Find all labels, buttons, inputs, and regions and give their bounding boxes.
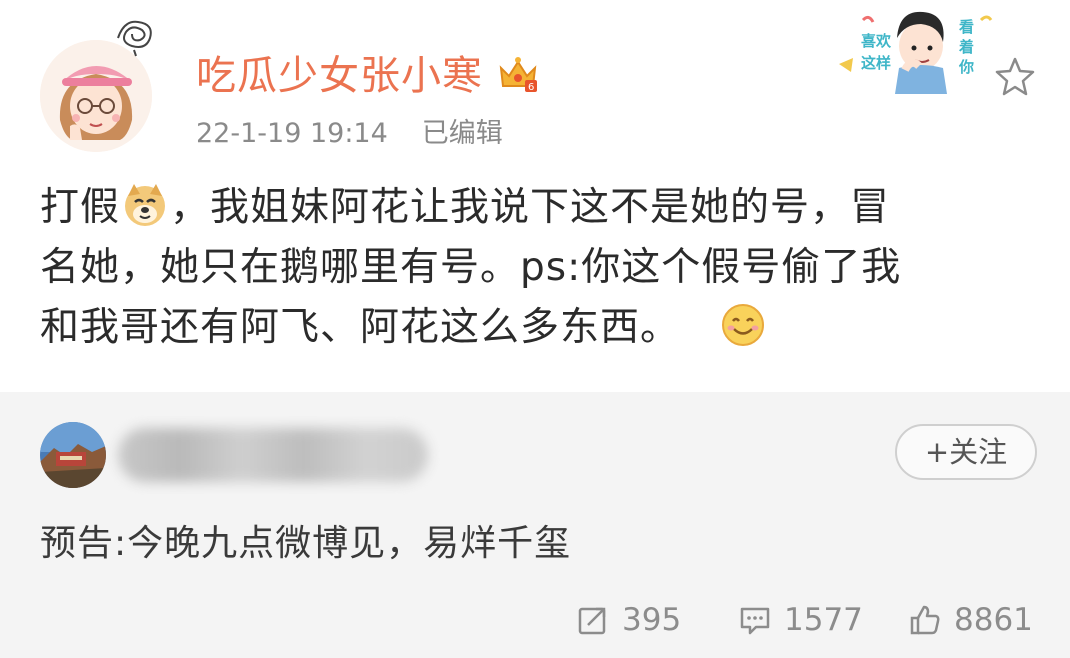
landscape-avatar-icon <box>40 422 106 488</box>
repost-card[interactable]: +关注 预告:今晚九点微博见，易烊千玺 395 1577 8861 <box>0 392 1070 658</box>
repost-avatar[interactable] <box>40 422 106 488</box>
sticker-text-right-3: 你 <box>958 58 974 76</box>
content-line-3: 和我哥还有阿飞、阿花这么多东西。 <box>40 298 1040 358</box>
edited-label[interactable]: 已编辑 <box>422 118 503 149</box>
smile-emoji-icon <box>720 302 766 348</box>
repost-count: 395 <box>622 602 682 638</box>
sticker-text-left-2: 这样 <box>861 54 891 72</box>
post-meta: 22-1-19 19:14 已编辑 <box>196 116 503 152</box>
sticker-text-right-1: 看 <box>959 18 974 36</box>
content-text: 和我哥还有阿飞、阿花这么多东西。 <box>40 305 681 350</box>
doge-emoji-icon <box>122 182 168 228</box>
comment-icon <box>740 607 770 635</box>
comment-action[interactable]: 1577 <box>738 598 863 642</box>
like-icon <box>910 605 940 635</box>
repost-icon <box>578 607 606 635</box>
sticker-text-left-1: 喜欢 <box>861 32 892 50</box>
username[interactable]: 吃瓜少女张小寒 <box>196 52 483 100</box>
blurred-username <box>118 428 428 482</box>
post-content: 打假 ，我姐妹阿花让我说下这不是她的号，冒 名她，她只在鹅哪里有号。ps:你这个… <box>40 178 1040 358</box>
crown-icon: 6 <box>499 57 537 93</box>
scribble-icon <box>117 20 152 57</box>
post-stats: 395 1577 8861 <box>0 598 1070 642</box>
content-text: ，我姐妹阿花让我说下这不是她的号，冒 <box>170 185 891 230</box>
follow-button[interactable]: +关注 <box>895 424 1037 480</box>
sticker-card-icon: 喜欢 这样 看 着 你 <box>839 11 993 94</box>
like-action[interactable]: 8861 <box>908 598 1033 642</box>
content-line-2: 名她，她只在鹅哪里有号。ps:你这个假号偷了我 <box>40 245 902 290</box>
repost-action[interactable]: 395 <box>576 598 681 642</box>
comment-count: 1577 <box>784 602 863 638</box>
sticker-text-right-2: 着 <box>958 38 974 56</box>
weibo-post: 吃瓜少女张小寒 6 22-1-19 19:14 已编辑 喜欢 这样 看 着 你 打… <box>0 0 1070 392</box>
svg-text:6: 6 <box>528 82 534 93</box>
content-text: 打假 <box>40 185 121 230</box>
content-line-1: 打假 ，我姐妹阿花让我说下这不是她的号，冒 <box>40 178 1040 238</box>
post-time: 22-1-19 19:14 <box>196 118 388 149</box>
like-count: 8861 <box>954 602 1033 638</box>
repost-text: 预告:今晚九点微博见，易烊千玺 <box>40 523 572 564</box>
star-icon[interactable] <box>993 55 1037 99</box>
